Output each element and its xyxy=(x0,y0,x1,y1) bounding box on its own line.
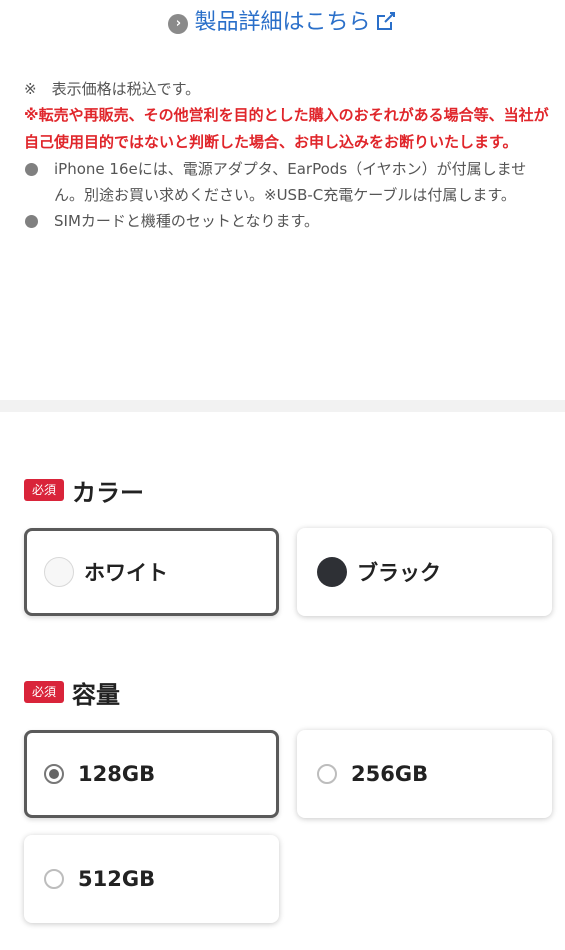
capacity-title: 容量 xyxy=(72,680,121,709)
capacity-option-128gb[interactable]: 128GB xyxy=(24,730,279,818)
white-swatch-icon xyxy=(44,557,74,587)
tax-note: ※ 表示価格は税込です。 xyxy=(24,80,201,98)
capacity-option-label: 128GB xyxy=(78,762,156,786)
radio-unselected-icon xyxy=(44,869,64,889)
product-details-link[interactable]: › 製品詳細はこちら xyxy=(0,8,565,38)
color-option-black[interactable]: ブラック xyxy=(297,528,552,616)
bullet-text: iPhone 16eには、電源アダプタ、EarPods（イヤホン）が付属しません… xyxy=(54,160,527,204)
capacity-option-512gb[interactable]: 512GB xyxy=(24,835,279,923)
bullet-item: iPhone 16eには、電源アダプタ、EarPods（イヤホン）が付属しません… xyxy=(24,156,554,208)
bullet-text: SIMカードと機種のセットとなります。 xyxy=(54,212,319,230)
product-details-label: 製品詳細はこちら xyxy=(194,10,371,35)
required-badge: 必須 xyxy=(24,479,65,501)
bullet-dot-icon xyxy=(25,215,38,228)
capacity-option-256gb[interactable]: 256GB xyxy=(297,730,552,818)
notes-block: ※ 表示価格は税込です。 ※転売や再販売、その他営利を目的とした購入のおそれがあ… xyxy=(24,76,554,234)
required-badge: 必須 xyxy=(24,681,65,703)
color-option-label: ブラック xyxy=(357,561,441,585)
resale-warning: ※転売や再販売、その他営利を目的とした購入のおそれがある場合等、当社が自己使用目… xyxy=(24,106,549,151)
black-swatch-icon xyxy=(317,557,347,587)
bullet-dot-icon xyxy=(25,163,38,176)
color-option-white[interactable]: ホワイト xyxy=(24,528,279,616)
capacity-option-label: 256GB xyxy=(351,762,429,786)
chevron-right-circle-icon: › xyxy=(168,14,189,34)
capacity-option-label: 512GB xyxy=(78,867,156,891)
external-link-icon xyxy=(376,12,395,30)
section-divider xyxy=(0,400,565,412)
radio-selected-icon xyxy=(44,764,64,784)
color-section-title: 必須 カラー xyxy=(24,475,145,507)
color-title: カラー xyxy=(72,478,145,507)
capacity-section-title: 必須 容量 xyxy=(24,677,121,709)
bullet-item: SIMカードと機種のセットとなります。 xyxy=(24,208,554,234)
radio-unselected-icon xyxy=(317,764,337,784)
color-option-label: ホワイト xyxy=(84,561,168,585)
